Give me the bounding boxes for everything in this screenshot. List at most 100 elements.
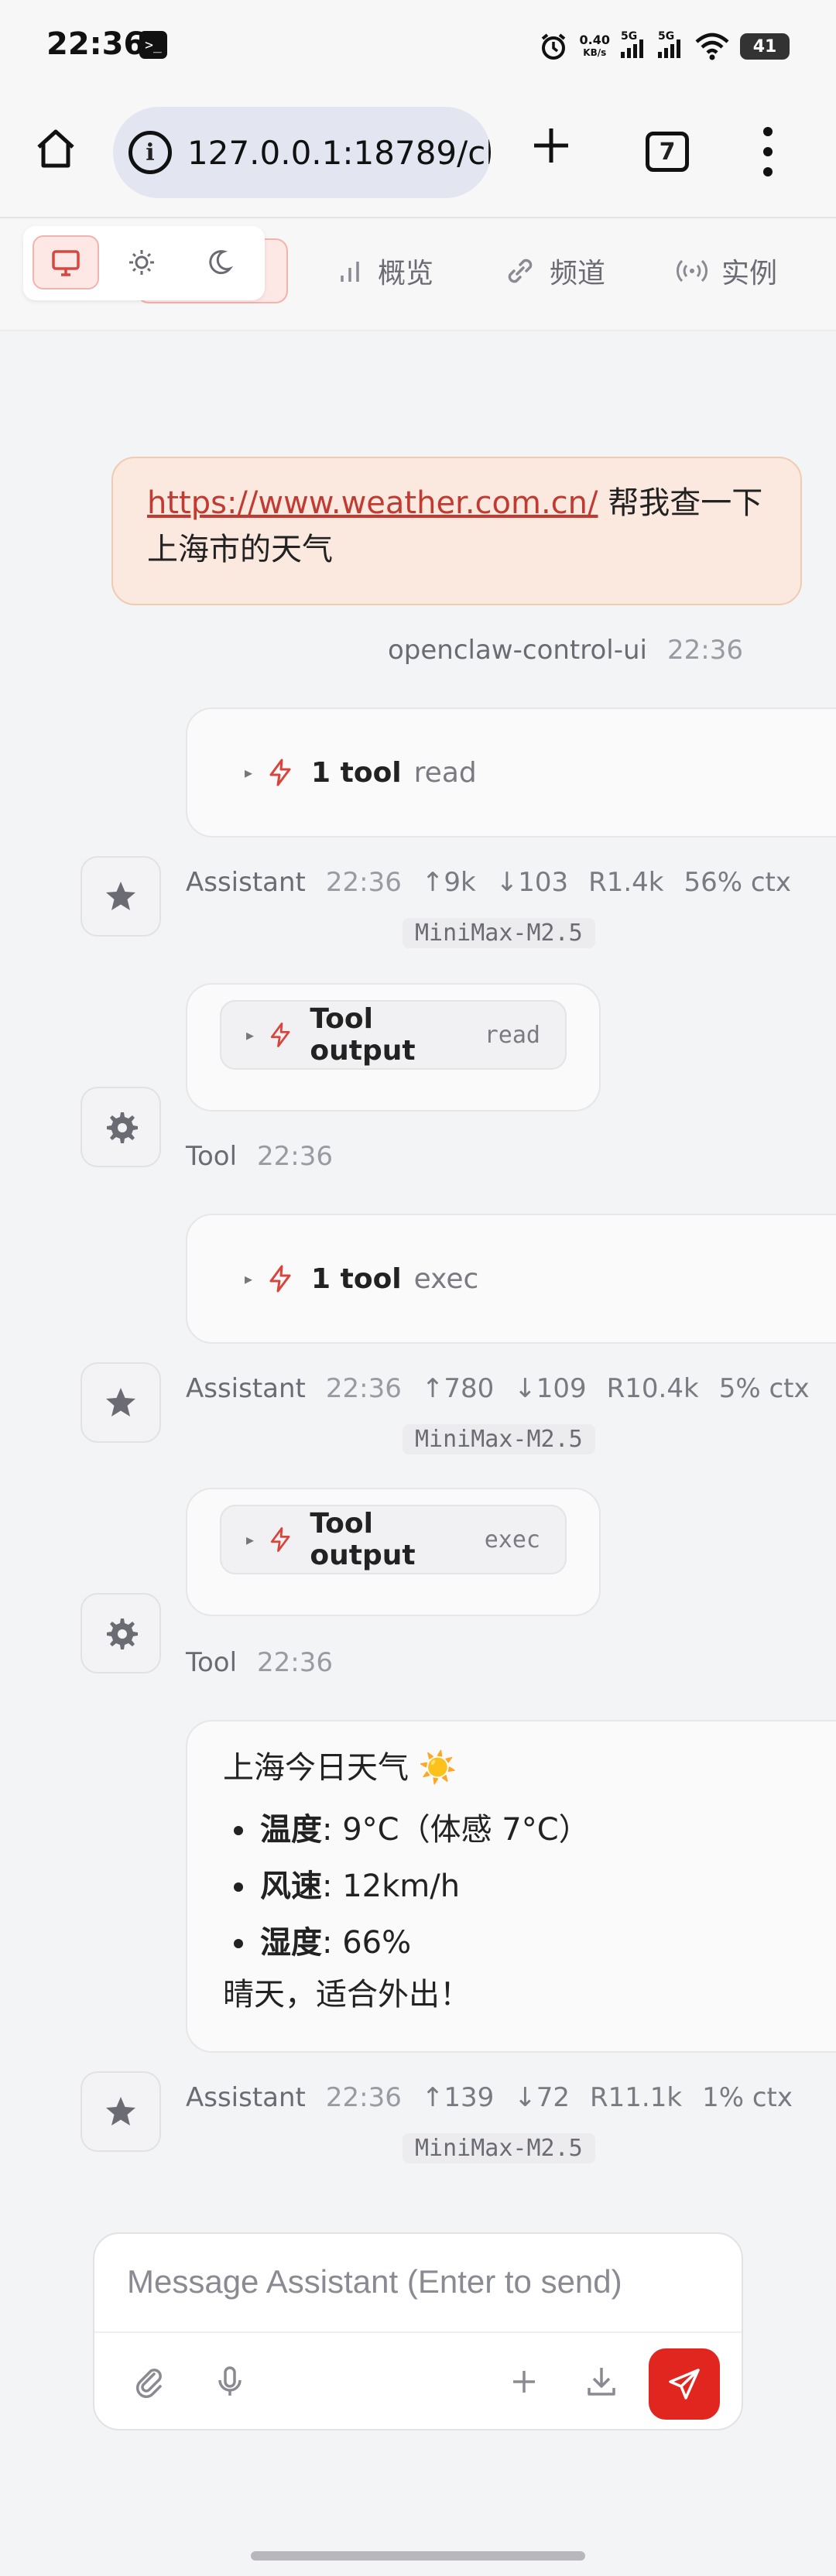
tool-call-card[interactable]: ▸ 1 tool exec — [186, 1214, 836, 1344]
user-sender-name: openclaw-control-ui — [387, 635, 648, 666]
home-icon — [37, 129, 74, 168]
signal-icon-2: 5G — [658, 30, 684, 58]
tokens-up: ↑139 — [421, 2082, 495, 2113]
tool-call-summary[interactable]: ▸ 1 tool exec — [245, 1263, 478, 1295]
star-icon — [106, 2097, 135, 2126]
assistant-name: Assistant — [186, 867, 306, 898]
tool-output-card: ▸ Tool output read — [186, 983, 601, 1112]
tool-time: 22:36 — [257, 1141, 334, 1172]
tab-instances[interactable]: 实例 — [652, 238, 800, 303]
tool-time: 22:36 — [257, 1647, 334, 1678]
home-indicator[interactable] — [251, 2551, 585, 2561]
tab-channels-label: 频道 — [550, 258, 606, 289]
tokens-r: R1.4k — [588, 867, 664, 898]
status-icons: 0.40 KB/s 5G 5G 41 — [538, 28, 790, 65]
assistant-avatar — [81, 856, 161, 937]
status-bar: 22:36 >_ 0.40 KB/s 5G 5G 41 — [0, 0, 836, 93]
tool-name: Tool — [186, 1647, 238, 1678]
gear-icon — [107, 1619, 138, 1649]
bolt-icon — [269, 1265, 291, 1293]
message-input[interactable] — [127, 2257, 715, 2307]
attach-button[interactable] — [122, 2355, 176, 2409]
weather-value: : 66% — [322, 1925, 412, 1961]
tool-output-label: Tool output — [310, 1508, 416, 1571]
status-time: 22:36 — [46, 26, 146, 62]
link-icon — [508, 259, 533, 283]
assistant-meta: Assistant 22:36 ↑780 ↓109 R10.4k 5% ctx — [186, 1373, 810, 1404]
tool-call-card[interactable]: ▸ 1 tool read — [186, 707, 836, 838]
address-bar[interactable]: i 127.0.0.1:18789/ch — [113, 107, 491, 198]
tool-call-label: 1 tool — [311, 1262, 402, 1295]
assistant-time: 22:36 — [325, 867, 402, 898]
browser-toolbar: i 127.0.0.1:18789/ch 7 — [0, 93, 836, 218]
tab-switcher-button[interactable]: 7 — [646, 132, 689, 172]
tool-avatar — [81, 1087, 161, 1167]
theme-light-button[interactable] — [108, 235, 175, 289]
gear-icon — [107, 1112, 138, 1143]
model-chip: MiniMax-M2.5 — [403, 2133, 595, 2163]
send-icon — [669, 2369, 700, 2400]
tokens-r: R11.1k — [590, 2082, 683, 2113]
signal-icon-1: 5G — [621, 30, 647, 58]
tool-output-card: ▸ Tool output exec — [186, 1488, 601, 1616]
theme-dark-button[interactable] — [186, 235, 252, 289]
tool-output-toggle[interactable]: ▸ Tool output exec — [220, 1505, 567, 1574]
export-button[interactable] — [574, 2355, 629, 2409]
tool-output-toggle[interactable]: ▸ Tool output read — [220, 1000, 567, 1070]
assistant-message-bubble: 上海今日天气 ☀️ 温度: 9°C（体感 7°C） 风速: 12km/h 湿度:… — [186, 1720, 836, 2053]
composer-divider — [94, 2331, 742, 2333]
tab-channels[interactable]: 频道 — [480, 238, 629, 303]
assistant-avatar — [81, 2071, 161, 2152]
bolt-icon — [270, 1527, 290, 1552]
tool-call-summary[interactable]: ▸ 1 tool read — [245, 757, 477, 789]
net-speed-unit: KB/s — [583, 47, 607, 58]
url-text[interactable]: 127.0.0.1:18789/ch — [187, 134, 491, 172]
microphone-icon — [218, 2366, 242, 2396]
list-item: 风速: 12km/h — [234, 1858, 830, 1915]
context-usage: 5% ctx — [718, 1373, 810, 1404]
app-navigation: 聊天 概览 频道 实例 — [0, 220, 836, 331]
tool-call-name: exec — [413, 1262, 479, 1295]
paperclip-icon — [135, 2369, 162, 2399]
context-usage: 56% ctx — [684, 867, 792, 898]
home-button[interactable] — [28, 121, 84, 176]
assistant-meta: Assistant 22:36 ↑9k ↓103 R1.4k 56% ctx — [186, 867, 791, 898]
caret-right-icon: ▸ — [245, 1269, 253, 1288]
browser-menu-button[interactable] — [759, 127, 777, 176]
weather-list: 温度: 9°C（体感 7°C） 风速: 12km/h 湿度: 66% — [234, 1802, 830, 1971]
assistant-time: 22:36 — [325, 2082, 402, 2113]
theme-system-button[interactable] — [33, 235, 99, 289]
tokens-down: ↓109 — [514, 1373, 587, 1404]
tokens-up: ↑9k — [421, 867, 476, 898]
user-message-link[interactable]: https://www.weather.com.cn/ — [147, 485, 598, 521]
bolt-icon — [270, 1023, 290, 1047]
star-icon — [106, 882, 135, 910]
assistant-name: Assistant — [186, 1373, 306, 1404]
list-item: 湿度: 66% — [234, 1915, 830, 1971]
net-speed-value: 0.40 — [579, 33, 610, 47]
tool-output-name: read — [484, 1021, 540, 1049]
caret-right-icon: ▸ — [246, 1530, 255, 1549]
monitor-icon — [52, 250, 80, 276]
tool-call-name: read — [413, 756, 477, 789]
tokens-down: ↓103 — [495, 867, 569, 898]
voice-button[interactable] — [203, 2355, 257, 2409]
tokens-up: ↑780 — [421, 1373, 495, 1404]
list-item: 温度: 9°C（体感 7°C） — [234, 1802, 830, 1858]
new-session-button[interactable] — [497, 2355, 551, 2409]
site-info-icon[interactable]: i — [128, 131, 172, 174]
download-icon — [588, 2368, 615, 2396]
bolt-icon — [269, 759, 291, 786]
context-usage: 1% ctx — [702, 2082, 793, 2113]
tab-overview[interactable]: 概览 — [311, 238, 457, 303]
sun-icon — [129, 250, 154, 275]
caret-right-icon: ▸ — [245, 763, 253, 782]
tool-name: Tool — [186, 1141, 238, 1172]
weather-value: : 9°C（体感 7°C） — [322, 1812, 590, 1848]
send-button[interactable] — [649, 2348, 720, 2420]
assistant-name: Assistant — [186, 2082, 306, 2113]
star-icon — [106, 1388, 135, 1416]
model-chip: MiniMax-M2.5 — [403, 918, 595, 948]
moon-icon — [209, 250, 234, 275]
new-tab-button[interactable] — [523, 122, 579, 178]
